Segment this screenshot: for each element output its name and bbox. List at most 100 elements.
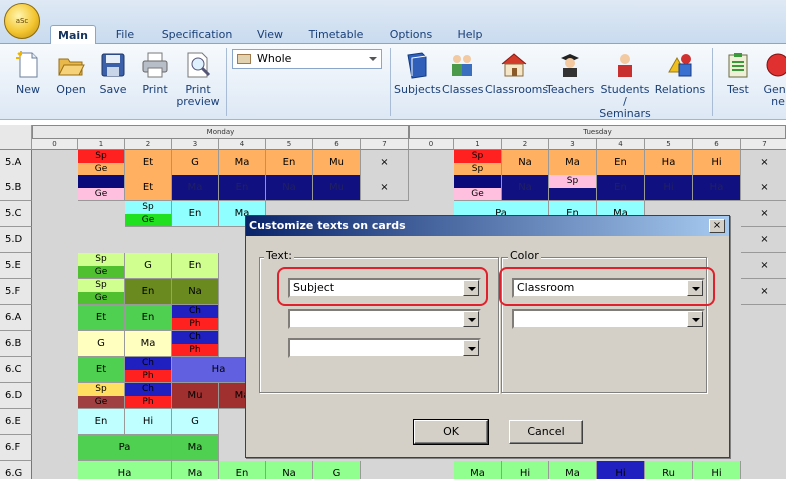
chevron-down-icon[interactable] [687, 280, 703, 296]
lesson-card[interactable]: Ma [172, 175, 219, 201]
tab-timetable[interactable]: Timetable [302, 25, 370, 44]
generate-button[interactable]: Gene ne [760, 50, 786, 108]
lesson-card[interactable]: Mu [313, 175, 361, 201]
chevron-down-icon[interactable] [463, 340, 479, 356]
lesson-card[interactable]: Na [502, 175, 549, 201]
lesson-card[interactable]: Ha [78, 461, 172, 479]
new-button[interactable]: New [10, 50, 46, 96]
tab-options[interactable]: Options [382, 25, 440, 44]
teachers-button[interactable]: Teachers [546, 50, 594, 96]
lesson-card[interactable]: Ch Ph [125, 383, 172, 409]
tab-file[interactable]: File [108, 25, 142, 44]
text-line-2-select[interactable] [288, 309, 481, 329]
lesson-card[interactable]: En [219, 175, 266, 201]
print-preview-button[interactable]: Print preview [176, 50, 220, 108]
lesson-card[interactable]: G [313, 461, 361, 479]
lesson-card[interactable]: En [597, 175, 645, 201]
classrooms-button[interactable]: Classrooms [485, 50, 548, 96]
lesson-card[interactable]: Hi [597, 461, 645, 479]
subjects-button[interactable]: Subjects [394, 50, 441, 96]
lesson-card[interactable]: En [266, 150, 313, 176]
lesson-card[interactable]: En [172, 253, 219, 279]
lesson-card[interactable]: Hi [125, 409, 172, 435]
lesson-card[interactable]: Sp Sp [454, 150, 502, 176]
lesson-card[interactable]: G [125, 253, 172, 279]
lesson-card[interactable]: Ma [172, 435, 219, 461]
lesson-card[interactable]: Na [502, 150, 549, 176]
lesson-card[interactable]: G [172, 409, 219, 435]
chevron-down-icon[interactable] [463, 280, 479, 296]
lesson-card[interactable]: Sp Ge [78, 253, 125, 279]
lesson-card[interactable]: Na [266, 175, 313, 201]
lesson-card[interactable]: Ha [693, 175, 741, 201]
lesson-card[interactable]: Ge [454, 175, 502, 201]
lesson-card[interactable]: G [172, 150, 219, 176]
lesson-card[interactable]: Hi [693, 461, 741, 479]
lesson-card[interactable]: Na [172, 279, 219, 305]
lesson-card[interactable]: Ch Ph [125, 357, 172, 383]
empty-slot-marker[interactable]: × [741, 253, 786, 279]
lesson-card[interactable]: Ha [645, 150, 693, 176]
empty-slot-marker[interactable]: × [741, 175, 786, 201]
chevron-down-icon[interactable] [463, 311, 479, 327]
tab-specification[interactable]: Specification [155, 25, 239, 44]
lesson-card[interactable]: Ma [549, 461, 597, 479]
lesson-card[interactable]: Ma [549, 150, 597, 176]
lesson-card[interactable]: Ma [454, 461, 502, 479]
lesson-card[interactable]: En [125, 279, 172, 305]
text-line-1-select[interactable]: Subject [288, 278, 481, 298]
empty-slot-marker[interactable]: × [741, 150, 786, 176]
lesson-card[interactable]: Sp Ge [78, 150, 125, 176]
dialog-close-button[interactable]: × [709, 219, 725, 233]
save-button[interactable]: Save [96, 50, 130, 96]
tab-main[interactable]: Main [50, 25, 96, 44]
lesson-card[interactable]: Ch Ph [172, 331, 219, 357]
lesson-card[interactable]: Ru [645, 461, 693, 479]
app-orb-button[interactable]: aSc [4, 3, 40, 39]
print-button[interactable]: Print [138, 50, 172, 96]
tab-help[interactable]: Help [452, 25, 488, 44]
empty-slot-marker[interactable]: × [741, 227, 786, 253]
test-button[interactable]: Test [720, 50, 756, 96]
lesson-card[interactable]: Ch Ph [172, 305, 219, 331]
tab-view[interactable]: View [250, 25, 290, 44]
view-scope-dropdown[interactable]: Whole [232, 49, 382, 69]
lesson-card[interactable]: Ma [125, 331, 172, 357]
lesson-card[interactable]: Sp [549, 175, 597, 201]
lesson-card[interactable]: Hi [693, 150, 741, 176]
lesson-card[interactable]: Ge [78, 175, 125, 201]
lesson-card[interactable]: Mu [172, 383, 219, 409]
color-line-2-select[interactable] [512, 309, 705, 329]
cancel-button[interactable]: Cancel [509, 420, 583, 444]
empty-slot-marker[interactable]: × [741, 201, 786, 227]
lesson-card[interactable]: Sp Ge [78, 383, 125, 409]
color-line-1-select[interactable]: Classroom [512, 278, 705, 298]
lesson-card[interactable]: En [219, 461, 266, 479]
lesson-card[interactable]: Et [125, 150, 172, 176]
lesson-card[interactable]: Ma [219, 150, 266, 176]
lesson-card[interactable]: Ma [172, 461, 219, 479]
lesson-card[interactable]: Pa [78, 435, 172, 461]
relations-button[interactable]: Relations [654, 50, 706, 96]
lesson-card[interactable]: En [172, 201, 219, 227]
ok-button[interactable]: OK [413, 419, 489, 445]
empty-slot-marker[interactable]: × [741, 279, 786, 305]
open-button[interactable]: Open [52, 50, 90, 96]
lesson-card[interactable]: En [597, 150, 645, 176]
lesson-card[interactable]: En [125, 305, 172, 331]
lesson-card[interactable]: Na [266, 461, 313, 479]
empty-slot-marker[interactable]: × [361, 175, 409, 201]
chevron-down-icon[interactable] [687, 311, 703, 327]
lesson-card[interactable]: Et [78, 305, 125, 331]
lesson-card[interactable]: G [78, 331, 125, 357]
lesson-card[interactable]: Hi [645, 175, 693, 201]
empty-slot-marker[interactable]: × [361, 150, 409, 176]
lesson-card[interactable]: Et [78, 357, 125, 383]
classes-button[interactable]: Classes [442, 50, 483, 96]
lesson-card[interactable]: Sp Ge [78, 279, 125, 305]
lesson-card[interactable]: Et [125, 175, 172, 201]
students-seminars-button[interactable]: Students / Seminars [598, 50, 652, 120]
lesson-card[interactable]: Sp Ge [125, 201, 172, 227]
lesson-card[interactable]: Mu [313, 150, 361, 176]
lesson-card[interactable]: En [78, 409, 125, 435]
